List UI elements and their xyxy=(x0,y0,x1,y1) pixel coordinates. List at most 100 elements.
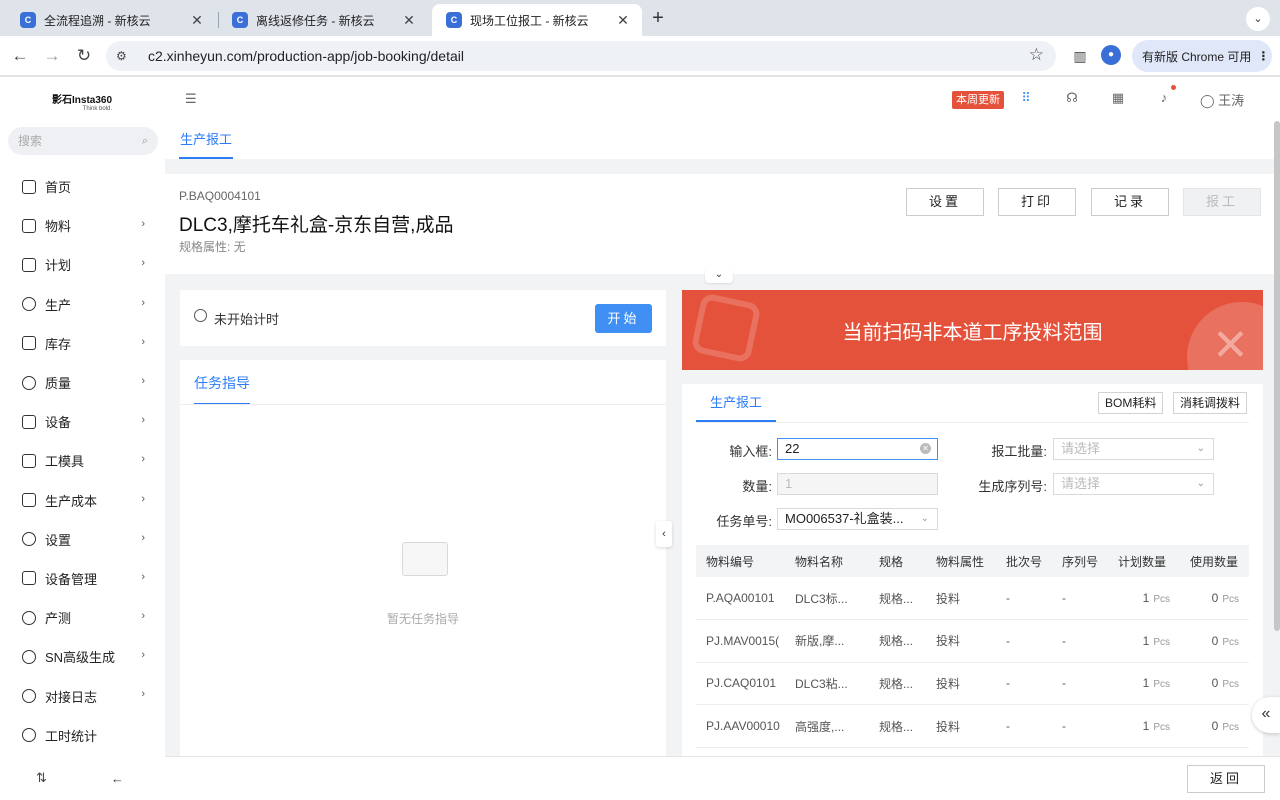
profile-avatar[interactable]: ● xyxy=(1101,45,1121,65)
report-button[interactable]: 报工 xyxy=(1183,188,1261,216)
tab-title: 离线返修任务 - 新核云 xyxy=(256,13,375,28)
sidebar-item-sn[interactable]: SN高级生成 › xyxy=(0,637,165,676)
sidebar-item-home[interactable]: 首页 xyxy=(0,167,165,206)
chevron-right-icon: › xyxy=(141,374,145,387)
serial-placeholder: 请选择 xyxy=(1061,476,1101,491)
column-header: 物料名称 xyxy=(785,545,869,577)
close-icon[interactable]: ✕ xyxy=(614,12,632,29)
serial-select[interactable]: 请选择 ⌄ xyxy=(1053,473,1214,495)
tab-title: 现场工位报工 - 新核云 xyxy=(470,13,589,28)
settings-button[interactable]: 设置 xyxy=(906,188,984,216)
reload-icon[interactable]: ↻ xyxy=(72,44,96,68)
tab-production-report[interactable]: 生产报工 xyxy=(179,121,234,159)
sidebar-item-label: 首页 xyxy=(45,180,72,196)
sidebar-menu: 首页 物料 › 计划 › 生产 › 库存 › 质量 › 设备 › 工模具 › 生产成本 › 设置… xyxy=(0,167,165,755)
user-menu[interactable]: ◯ 王涛 xyxy=(1200,90,1244,109)
sidebar-item-plan[interactable]: 计划 › xyxy=(0,245,165,284)
plan-qty: 1 xyxy=(1142,591,1150,606)
tab-task-guide[interactable]: 任务指导 xyxy=(194,373,250,405)
notification-dot xyxy=(1171,85,1176,90)
collapse-sidebar-icon[interactable]: ← xyxy=(111,771,124,786)
sidebar-item-worktime[interactable]: 工时统计 xyxy=(0,716,165,755)
double-chevron-left-icon[interactable]: « xyxy=(1252,697,1280,733)
sidebar-item-tooling[interactable]: 工模具 › xyxy=(0,441,165,480)
cell-serial: - xyxy=(1052,662,1108,706)
sidebar-item-log[interactable]: 对接日志 › xyxy=(0,676,165,715)
sidepanel-icon[interactable]: ▥ xyxy=(1068,44,1092,68)
chevron-right-icon: › xyxy=(141,570,145,583)
headset-icon[interactable]: ☊ xyxy=(1063,89,1081,107)
page-scrollbar[interactable] xyxy=(1274,121,1280,631)
apps-grid-icon[interactable]: ⠿ xyxy=(1017,89,1035,107)
chrome-update-button[interactable]: 有新版 Chrome 可用 ⋮ xyxy=(1132,40,1272,72)
sidebar-item-cost[interactable]: 生产成本 › xyxy=(0,481,165,520)
sidebar-item-label: 库存 xyxy=(45,336,72,352)
sidebar-item-material[interactable]: 物料 › xyxy=(0,206,165,245)
error-message: 当前扫码非本道工序投料范围 xyxy=(842,322,1103,344)
sidebar-search-input[interactable]: 搜索 ⌕ xyxy=(8,127,158,155)
weekly-update-badge[interactable]: 本周更新 xyxy=(952,91,1004,109)
brand-logo[interactable]: 影石Insta360 Think bold. xyxy=(52,91,112,112)
url-text[interactable]: c2.xinheyun.com/production-app/job-booki… xyxy=(148,48,464,64)
user-name: 王涛 xyxy=(1218,93,1245,108)
batch-placeholder: 请选择 xyxy=(1061,441,1101,456)
scan-input[interactable]: 22 ✕ xyxy=(777,438,938,460)
sidebar-item-settings[interactable]: 设置 › xyxy=(0,520,165,559)
sidebar-item-device-mgmt[interactable]: 设备管理 › xyxy=(0,559,165,598)
browser-tab[interactable]: C 全流程追溯 - 新核云 ✕ xyxy=(6,4,216,36)
sidebar-item-label: 设备管理 xyxy=(45,571,98,587)
plan-qty: 1 xyxy=(1142,719,1150,734)
browser-tab-active[interactable]: C 现场工位报工 - 新核云 ✕ xyxy=(432,4,642,36)
bell-icon[interactable]: ♪ xyxy=(1155,89,1173,107)
browser-tab[interactable]: C 离线返修任务 - 新核云 ✕ xyxy=(218,4,428,36)
timer-status: 未开始计时 xyxy=(214,312,280,327)
sidebar-item-label: 生产成本 xyxy=(45,493,98,509)
task-label: 任务单号: xyxy=(716,514,772,529)
sidebar-item-label: 质量 xyxy=(45,376,72,392)
task-select[interactable]: MO006537-礼盒装... ⌄ xyxy=(777,508,938,530)
sidebar-item-test[interactable]: 产测 › xyxy=(0,598,165,637)
back-button[interactable]: 返回 xyxy=(1187,765,1265,793)
chevron-left-icon[interactable]: ‹ xyxy=(656,521,672,547)
sidebar-item-inventory[interactable]: 库存 › xyxy=(0,324,165,363)
tab-report[interactable]: 生产报工 xyxy=(696,384,777,422)
sidebar-item-label: 工时统计 xyxy=(45,728,98,744)
sidebar-item-label: 对接日志 xyxy=(45,689,98,705)
quantity-label: 数量: xyxy=(742,479,772,494)
table-row[interactable]: PJ.AAV00010 高强度,... 规格... 投料 - - 1 Pcs 0P… xyxy=(696,704,1249,748)
more-menu-icon[interactable]: ⋮ xyxy=(1257,49,1269,63)
print-button[interactable]: 打印 xyxy=(998,188,1076,216)
tab-search-icon[interactable]: ⌄ xyxy=(1246,7,1270,31)
sidebar-item-quality[interactable]: 质量 › xyxy=(0,363,165,402)
site-settings-icon[interactable]: ⚙ xyxy=(116,49,134,63)
chevron-down-icon[interactable]: ⌄ xyxy=(705,267,733,283)
close-icon[interactable]: ✕ xyxy=(400,12,418,29)
menu-fold-icon[interactable]: ☰ xyxy=(185,91,197,107)
cell-code: PJ.AAV00010 xyxy=(696,704,785,748)
qrcode-icon[interactable]: ▦ xyxy=(1109,89,1127,107)
batch-select[interactable]: 请选择 ⌄ xyxy=(1053,438,1214,460)
cell-plan: 1 Pcs xyxy=(1108,577,1180,621)
address-bar[interactable]: ⚙ c2.xinheyun.com/production-app/job-boo… xyxy=(106,41,1056,71)
clear-icon[interactable]: ✕ xyxy=(920,443,931,454)
sidebar-item-label: 设备 xyxy=(45,415,72,431)
bom-consumption-button[interactable]: BOM耗料 xyxy=(1098,392,1164,414)
sidebar-item-production[interactable]: 生产 › xyxy=(0,285,165,324)
start-button[interactable]: 开始 xyxy=(595,304,652,333)
new-tab-icon[interactable]: + xyxy=(646,6,670,30)
table-row[interactable]: P.AQA00101 DLC3标... 规格... 投料 - - 1 Pcs 0P… xyxy=(696,577,1249,621)
record-button[interactable]: 记录 xyxy=(1091,188,1169,216)
table-row[interactable]: PJ.CAQ0101 DLC3粘... 规格... 投料 - - 1 Pcs 0P… xyxy=(696,662,1249,706)
forward-arrow-icon[interactable]: → xyxy=(40,44,64,68)
search-placeholder: 搜索 xyxy=(18,134,43,148)
back-arrow-icon[interactable]: ← xyxy=(8,44,32,68)
cell-batch: - xyxy=(996,704,1052,748)
used-qty: 0 xyxy=(1211,719,1219,734)
product-header: P.BAQ0004101 DLC3,摩托车礼盒-京东自营,成品 规格属性: 无 … xyxy=(165,174,1275,274)
close-icon[interactable]: ✕ xyxy=(188,12,206,29)
table-row[interactable]: PJ.MAV0015( 新版,摩... 规格... 投料 - - 1 Pcs 0P… xyxy=(696,619,1249,663)
sort-icon[interactable]: ⇅ xyxy=(36,770,47,786)
consumption-transfer-button[interactable]: 消耗调拨料 xyxy=(1173,392,1248,414)
sidebar-item-device[interactable]: 设备 › xyxy=(0,402,165,441)
bookmark-star-icon[interactable]: ☆ xyxy=(1029,45,1044,65)
